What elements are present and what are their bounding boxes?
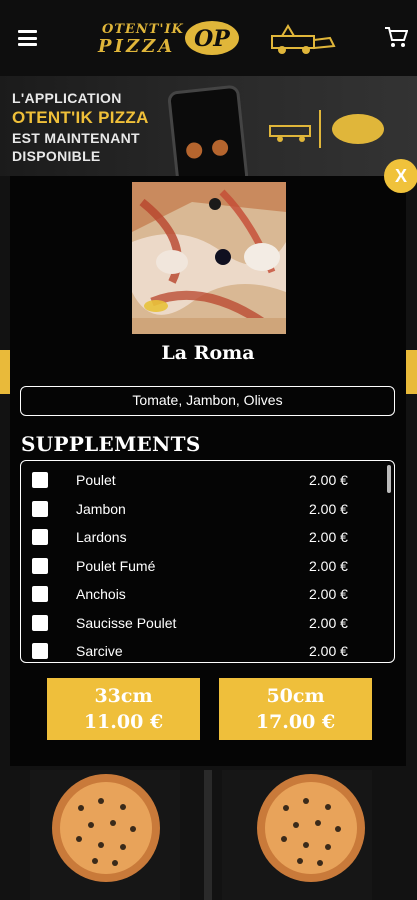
supplement-row[interactable]: Sarcive 2.00 €	[21, 638, 381, 662]
supplement-row[interactable]: Jambon 2.00 €	[21, 496, 381, 524]
supplements-list[interactable]: Poulet 2.00 € Jambon 2.00 € Lardons 2.00…	[20, 460, 395, 663]
hamburger-menu-icon[interactable]	[18, 30, 37, 46]
supplement-name: Sarcive	[76, 643, 123, 659]
size-label: 50cm	[266, 685, 325, 707]
supplement-checkbox[interactable]	[32, 500, 48, 517]
banner-text-line4: DISPONIBLE	[12, 148, 101, 164]
supplement-checkbox[interactable]	[32, 529, 48, 545]
app-promo-banner[interactable]: L'APPLICATION OTENT'IK PIZZA EST MAINTEN…	[0, 76, 417, 176]
supplement-row[interactable]: Anchois 2.00 €	[21, 581, 381, 609]
supplement-checkbox[interactable]	[32, 614, 48, 631]
size-33cm-button[interactable]: 33cm 11.00 €	[47, 678, 200, 740]
supplement-price: 2.00 €	[309, 557, 348, 574]
supplement-price: 2.00 €	[309, 472, 348, 488]
banner-text-line3: EST MAINTENANT	[12, 130, 140, 146]
pizza-thumbnail-image	[257, 774, 365, 882]
supplement-checkbox[interactable]	[32, 557, 48, 574]
close-button[interactable]: X	[384, 159, 417, 193]
supplement-checkbox[interactable]	[32, 472, 48, 488]
supplement-name: Jambon	[76, 500, 126, 517]
supplements-scrollbar[interactable]	[387, 465, 391, 493]
supplement-name: Saucisse Poulet	[76, 614, 177, 631]
ingredients-field: Tomate, Jambon, Olives	[20, 386, 395, 416]
size-50cm-button[interactable]: 50cm 17.00 €	[219, 678, 372, 740]
phone-mockup-image	[166, 84, 250, 176]
brand-name-top: OTENT'IK	[102, 22, 184, 37]
supplement-row[interactable]: Poulet 2.00 €	[21, 467, 381, 495]
supplement-price: 2.00 €	[309, 614, 348, 631]
pizza-photo	[132, 182, 286, 334]
supplement-row[interactable]: Saucisse Poulet 2.00 €	[21, 610, 381, 638]
background-button-edge	[0, 350, 10, 394]
card-divider	[204, 770, 212, 900]
brand-op-mark: OP	[185, 21, 239, 55]
supplement-price: 2.00 €	[309, 643, 348, 659]
supplement-price: 2.00 €	[309, 586, 348, 602]
size-price: 11.00 €	[83, 711, 164, 733]
background-button-edge	[406, 350, 417, 394]
brand-op-text: OP	[194, 26, 231, 52]
supplement-row[interactable]: Lardons 2.00 €	[21, 524, 381, 552]
supplement-name: Lardons	[76, 529, 127, 545]
banner-text-line2: OTENT'IK PIZZA	[12, 108, 149, 127]
product-title: La Roma	[161, 342, 255, 364]
banner-logo-image	[269, 110, 384, 148]
size-price: 17.00 €	[255, 711, 336, 733]
supplement-checkbox[interactable]	[32, 643, 48, 659]
pizza-thumbnail-image	[52, 774, 160, 882]
app-header: OTENT'IK PIZZA OP	[0, 0, 417, 76]
supplement-name: Poulet Fumé	[76, 557, 156, 574]
cart-icon[interactable]	[384, 26, 408, 48]
supplements-heading: SUPPLEMENTS	[21, 432, 201, 456]
food-truck-icon	[271, 24, 336, 54]
supplement-name: Poulet	[76, 472, 116, 488]
supplement-name: Anchois	[76, 586, 126, 602]
banner-text-line1: L'APPLICATION	[12, 90, 122, 106]
supplement-row[interactable]: Poulet Fumé 2.00 €	[21, 553, 381, 581]
supplement-checkbox[interactable]	[32, 586, 48, 602]
size-label: 33cm	[94, 685, 153, 707]
supplement-price: 2.00 €	[309, 500, 348, 517]
brand-name-bottom: PIZZA	[98, 36, 176, 57]
supplement-price: 2.00 €	[309, 529, 348, 545]
